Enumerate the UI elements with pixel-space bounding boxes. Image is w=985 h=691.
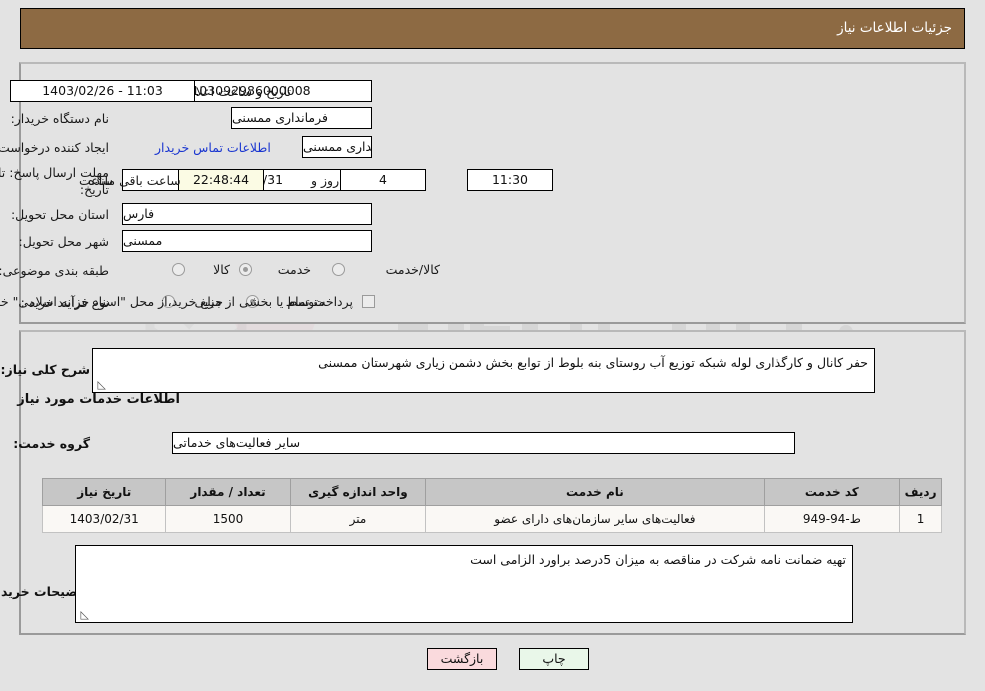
service-group-label: گروه خدمت:	[13, 436, 90, 451]
checkbox-islamic-treasury[interactable]	[362, 295, 375, 308]
delivery-province-label: استان محل تحویل:	[10, 207, 109, 222]
radio-subject-kala-khedmat[interactable]	[332, 263, 345, 276]
request-creator-label: ایجاد کننده درخواست:	[0, 140, 109, 155]
page-root: جزئیات اطلاعات نیاز شماره نیاز: 11030929…	[0, 0, 985, 691]
table-header-row: ردیف کد خدمت نام خدمت واحد اندازه گیری ت…	[41, 478, 942, 506]
services-section-heading: اطلاعات خدمات مورد نیاز	[17, 392, 180, 407]
deadline-days-label: روز و	[311, 173, 340, 188]
page-title: جزئیات اطلاعات نیاز	[837, 20, 952, 36]
public-announce-value: 11:03 - 1403/02/26	[10, 80, 195, 102]
checkbox-islamic-treasury-label: پرداخت تمام یا بخشی از مبلغ خرید،از محل …	[0, 294, 353, 309]
general-desc-value: حفر کانال و کارگذاری لوله شبکه توزیع آب …	[318, 355, 868, 370]
deadline-countdown-label: ساعت باقی مانده	[88, 173, 181, 188]
radio-subject-kala-label: کالا	[213, 262, 230, 277]
resize-grip-icon[interactable]: ◺	[96, 379, 106, 390]
cell-unit: متر	[289, 505, 427, 533]
subject-class-label: طبقه بندی موضوعی:	[0, 263, 109, 278]
deadline-countdown-value: 22:48:44	[178, 169, 264, 191]
resize-grip-icon-notes[interactable]: ◺	[79, 609, 89, 620]
col-unit: واحد اندازه گیری	[289, 478, 427, 506]
col-date: تاریخ نیاز	[41, 478, 167, 506]
delivery-province-value: فارس	[122, 203, 372, 225]
table-row: 1 ط-94-949 فعالیت‌های سایر سازمان‌های دا…	[41, 505, 942, 533]
page-header-bar: جزئیات اطلاعات نیاز	[20, 8, 965, 49]
buyer-notes-textarea[interactable]: تهیه ضمانت نامه شرکت در مناقصه به میزان …	[75, 545, 853, 623]
print-button[interactable]: چاپ	[519, 648, 589, 670]
col-qty: تعداد / مقدار	[165, 478, 291, 506]
services-table: ردیف کد خدمت نام خدمت واحد اندازه گیری ت…	[41, 478, 942, 533]
radio-subject-kala-khedmat-label: کالا/خدمت	[385, 262, 440, 277]
col-code: کد خدمت	[763, 478, 901, 506]
col-row: ردیف	[899, 478, 942, 506]
back-button[interactable]: بازگشت	[427, 648, 497, 670]
deadline-time-value: 11:30	[467, 169, 553, 191]
buyer-org-label: نام دستگاه خریدار:	[10, 111, 109, 126]
deadline-days-value: 4	[340, 169, 426, 191]
buyer-org-value: فرمانداری ممسنی	[231, 107, 372, 129]
general-desc-label: شرح کلی نیاز:	[0, 362, 90, 377]
request-creator-value: پرویز ارژنگ مسئول دفتر فرمانداری ممسنی	[302, 136, 372, 158]
col-name: نام خدمت	[425, 478, 765, 506]
radio-subject-kala[interactable]	[172, 263, 185, 276]
buyer-contact-link[interactable]: اطلاعات تماس خریدار	[155, 140, 271, 155]
delivery-city-value: ممسنی	[122, 230, 372, 252]
radio-subject-khedmat-label: خدمت	[277, 262, 311, 277]
cell-qty: 1500	[165, 505, 291, 533]
buyer-notes-value: تهیه ضمانت نامه شرکت در مناقصه به میزان …	[470, 552, 846, 567]
cell-row: 1	[899, 505, 942, 533]
cell-date: 1403/02/31	[41, 505, 167, 533]
cell-name: فعالیت‌های سایر سازمان‌های دارای عضو	[425, 505, 765, 533]
cell-code: ط-94-949	[763, 505, 901, 533]
delivery-city-label: شهر محل تحویل:	[18, 234, 109, 249]
radio-subject-khedmat[interactable]	[239, 263, 252, 276]
general-desc-textarea[interactable]: حفر کانال و کارگذاری لوله شبکه توزیع آب …	[92, 348, 875, 393]
service-group-value: سایر فعالیت‌های خدماتی	[172, 432, 795, 454]
